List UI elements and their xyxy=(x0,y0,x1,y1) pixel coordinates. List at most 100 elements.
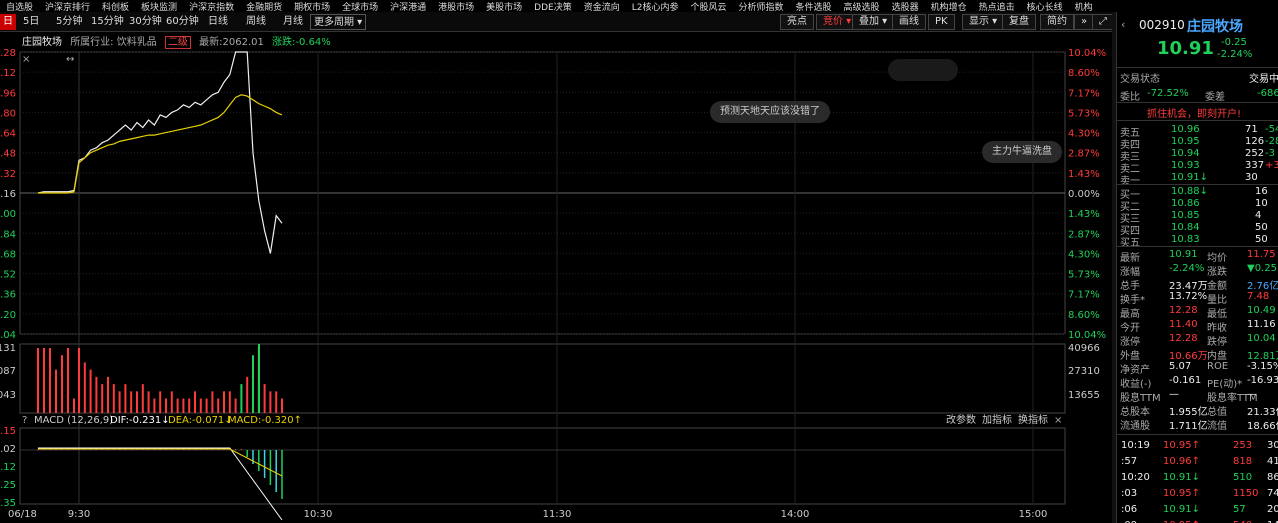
tool-btn-3[interactable]: 画线 xyxy=(892,14,926,30)
volume-bar-1 xyxy=(43,348,45,413)
stat-label: 最新 xyxy=(1120,253,1140,264)
menu-item-6[interactable]: 期权市场 xyxy=(288,3,336,12)
y-tick-8: 1.00 xyxy=(0,209,16,220)
menu-item-16[interactable]: 条件选股 xyxy=(790,3,838,12)
menu-item-4[interactable]: 沪深京指数 xyxy=(183,3,240,12)
menu-item-3[interactable]: 板块监测 xyxy=(135,3,183,12)
period-btn-6[interactable]: 日线 xyxy=(205,14,231,30)
webi-value: -72.52% xyxy=(1147,88,1189,99)
macd-link-0[interactable]: 改参数 xyxy=(946,413,976,426)
prev-stock-icon[interactable]: ‹ xyxy=(1121,18,1125,31)
bid-price: 10.85 xyxy=(1171,210,1200,221)
fullscreen-icon[interactable]: ⤢ xyxy=(1092,14,1112,30)
danmu-bubble-1[interactable]: 预测天地天应该没错了 xyxy=(710,101,830,123)
period-btn-1[interactable]: 5日 xyxy=(20,14,42,30)
menu-item-19[interactable]: 机构增仓 xyxy=(925,3,973,12)
menu-item-7[interactable]: 全球市场 xyxy=(336,3,384,12)
tool-btn-6[interactable]: 复盘 xyxy=(1002,14,1036,30)
vol-tick-2: 087 xyxy=(0,366,16,377)
y-pct-tick-3: 5.73% xyxy=(1068,108,1100,119)
sep-4 xyxy=(1117,184,1278,185)
stat-row-0: 最新 10.91 均价 11.75 xyxy=(1117,249,1278,264)
menu-item-5[interactable]: 金融期货 xyxy=(240,3,288,12)
menu-item-17[interactable]: 高级选股 xyxy=(838,3,886,12)
close-pane-icon[interactable]: × xyxy=(22,54,30,65)
period-btn-3[interactable]: 15分钟 xyxy=(88,14,127,30)
volume-bar-3 xyxy=(55,369,57,413)
stock-code: 002910 xyxy=(1139,18,1185,32)
menu-item-20[interactable]: 热点追击 xyxy=(973,3,1021,12)
macd-link-2[interactable]: 换指标 xyxy=(1018,413,1048,426)
macd-close-icon[interactable]: × xyxy=(1054,415,1062,426)
stat-value-2: 2.76亿 xyxy=(1247,281,1278,292)
intraday-chart[interactable]: 2.28 10.04% 2.12 8.60% 1.96 7.17% 1.80 5.73% 1.6… xyxy=(0,46,1112,523)
macd-link-1[interactable]: 加指标 xyxy=(982,413,1012,426)
volume-bar-peak xyxy=(258,344,260,413)
tool-btn-2[interactable]: 叠加 ▾ xyxy=(852,14,895,30)
tool-btn-5[interactable]: 显示 ▾ xyxy=(962,14,1005,30)
danmu-bubble-2[interactable]: 主力牛逼洗盘 xyxy=(982,141,1062,163)
menu-item-18[interactable]: 选股器 xyxy=(886,3,925,12)
y-pct-tick-6: 1.43% xyxy=(1068,169,1100,180)
stat-label-2: 涨跌 xyxy=(1207,267,1227,278)
ask-price: 10.93 xyxy=(1171,160,1200,171)
y-pct-tick-2: 7.17% xyxy=(1068,88,1100,99)
menu-item-11[interactable]: DDE决策 xyxy=(528,3,578,12)
tick-time: :06 xyxy=(1121,504,1138,515)
promo-row[interactable]: 抓住机会，即刻开户! xyxy=(1117,105,1278,120)
expand-icon[interactable]: ↔ xyxy=(66,54,74,65)
volume-bar-23 xyxy=(170,391,173,413)
menu-item-8[interactable]: 沪深港通 xyxy=(384,3,432,12)
stat-value-2: 10.04 xyxy=(1247,333,1276,344)
menu-item-14[interactable]: 个股风云 xyxy=(685,3,733,12)
danmu-bubble-blurred[interactable] xyxy=(888,59,958,81)
y-tick-0: 2.28 xyxy=(0,48,16,59)
volume-bar-20 xyxy=(153,398,156,413)
macd-dif: DIF:-0.231↓ xyxy=(110,415,170,426)
menu-item-13[interactable]: L2核心内参 xyxy=(626,3,685,12)
volume-bar-8 xyxy=(83,362,86,413)
period-btn-4[interactable]: 30分钟 xyxy=(126,14,165,30)
period-btn-5[interactable]: 60分钟 xyxy=(163,14,202,30)
tick-time: :57 xyxy=(1121,456,1138,467)
period-btn-7[interactable]: 周线 xyxy=(243,14,269,30)
menu-item-9[interactable]: 港股市场 xyxy=(432,3,480,12)
tick-vol: 818 xyxy=(1233,456,1253,467)
tool-btn-7[interactable]: 简约 xyxy=(1040,14,1074,30)
stat-row-8: 净资产 5.07 ROE -3.15% xyxy=(1117,361,1278,376)
chart-info-bar: 庄园牧场 所属行业: 饮料乳品 二级 最新:2062.01 涨跌:-0.64% xyxy=(22,33,336,49)
bid-price: 10.83 xyxy=(1171,234,1200,245)
period-btn-2[interactable]: 5分钟 xyxy=(53,14,85,30)
tick-time: 10:19 xyxy=(1121,440,1150,451)
sep-1 xyxy=(1117,67,1278,68)
period-btn-8[interactable]: 月线 xyxy=(280,14,306,30)
menu-item-15[interactable]: 分析师指数 xyxy=(733,3,790,12)
period-btn-0[interactable]: 日 xyxy=(0,14,16,30)
tool-btn-4[interactable]: PK xyxy=(928,14,955,30)
menu-item-2[interactable]: 科创板 xyxy=(96,3,135,12)
stat-label-2: 均价 xyxy=(1207,253,1227,264)
stat-label: 外盘 xyxy=(1120,351,1140,362)
tool-btn-0[interactable]: 亮点 xyxy=(780,14,814,30)
volume-bar-36 xyxy=(246,376,249,413)
macd-help-icon[interactable]: ? xyxy=(22,415,27,426)
macd-tick-3: 0.25 xyxy=(0,480,16,491)
stat-value: 1.711亿 xyxy=(1169,421,1208,432)
stat-row-5: 今开 11.40 昨收 11.16 xyxy=(1117,319,1278,334)
y-tick-12: 0.36 xyxy=(0,290,16,301)
menu-item-10[interactable]: 美股市场 xyxy=(480,3,528,12)
ask-vol: 71 xyxy=(1245,124,1258,135)
quote-panel: ‹ 002910 庄园牧场 10.91 -0.25 -2.24% 交易状态 交易中… xyxy=(1116,12,1278,523)
menu-item-12[interactable]: 资金流向 xyxy=(578,3,626,12)
status-row: 交易状态 交易中 xyxy=(1117,70,1278,85)
y-pct-tick-14: 10.04% xyxy=(1068,330,1106,341)
menu-item-21[interactable]: 核心长线 xyxy=(1021,3,1069,12)
stat-label: 净资产 xyxy=(1120,365,1150,376)
menu-item-0[interactable]: 自选股 xyxy=(0,3,39,12)
tick-count: 86 xyxy=(1267,472,1278,483)
period-btn-9[interactable]: 更多周期 ▾ xyxy=(310,14,367,30)
menu-item-22[interactable]: 机构 xyxy=(1069,3,1099,12)
y-tick-14: 0.04 xyxy=(0,330,16,341)
menu-item-1[interactable]: 沪深京排行 xyxy=(39,3,96,12)
volume-bar-9 xyxy=(89,369,92,413)
